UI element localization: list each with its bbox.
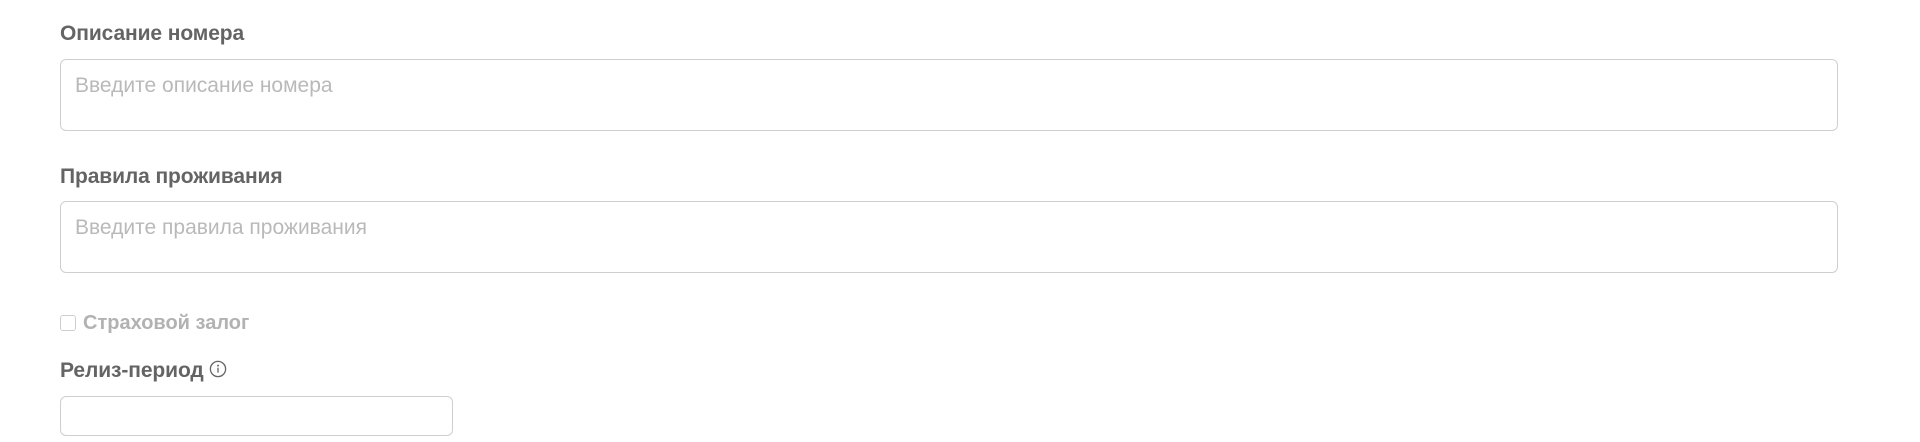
insurance-deposit-row[interactable]: Страховой залог [60, 309, 249, 337]
info-circle-icon[interactable] [209, 360, 227, 378]
insurance-deposit-checkbox[interactable] [60, 315, 76, 331]
insurance-deposit-label[interactable]: Страховой залог [83, 312, 249, 335]
house-rules-label: Правила проживания [60, 165, 283, 188]
release-period-label-row: Релиз-период [60, 359, 227, 383]
room-description-label: Описание номера [60, 22, 245, 45]
room-description-textarea[interactable] [60, 59, 1838, 131]
release-period-label: Релиз-период [60, 359, 204, 382]
release-period-input[interactable] [60, 396, 453, 436]
house-rules-textarea[interactable] [60, 201, 1838, 273]
